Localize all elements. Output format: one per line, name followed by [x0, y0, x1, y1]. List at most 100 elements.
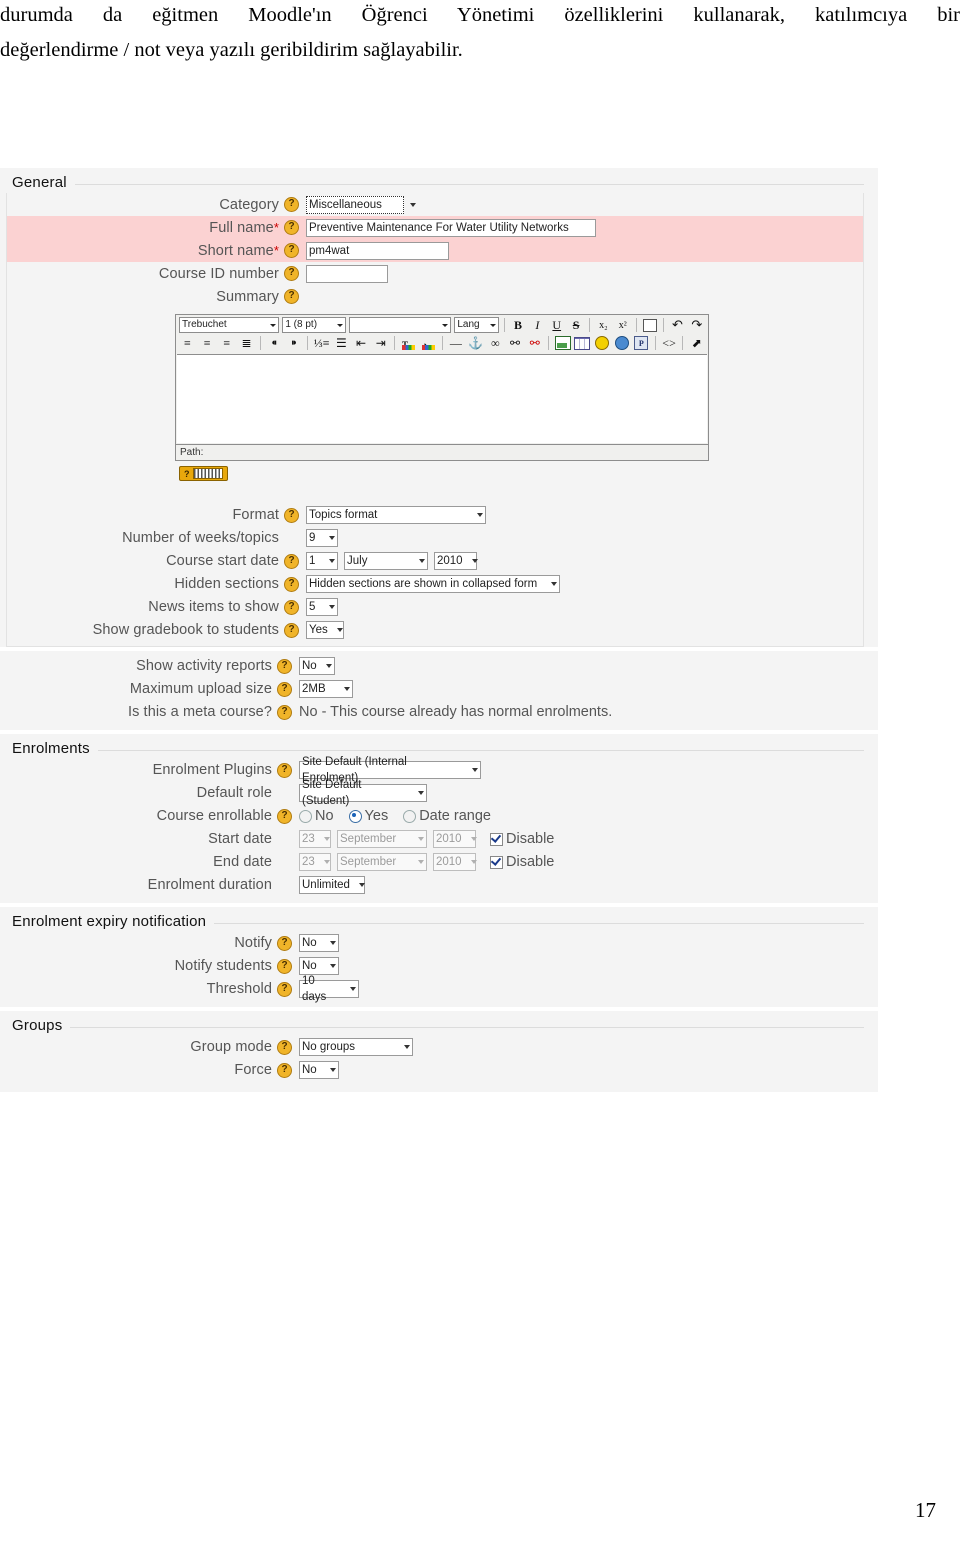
underline-icon[interactable]: U [549, 317, 565, 333]
subscript-icon[interactable]: x₂ [595, 317, 611, 333]
help-icon-category[interactable] [284, 197, 299, 212]
anchor-icon[interactable]: ⚓ [467, 335, 484, 351]
start-date-day-select[interactable]: 1 [306, 552, 338, 570]
help-icon-hidden-sections[interactable] [284, 576, 299, 592]
keyboard-help-button[interactable]: ? [179, 466, 228, 481]
bold-icon[interactable]: B [510, 317, 526, 333]
format-block-select[interactable] [349, 317, 452, 333]
fullscreen-icon[interactable]: ⬈ [688, 335, 705, 351]
enrol-end-year-select[interactable]: 2010 [433, 853, 477, 871]
backcolor-icon[interactable]: ◔ [420, 335, 437, 351]
label-gradebook: Show gradebook to students [92, 622, 279, 638]
enrol-end-disable-checkbox[interactable]: Disable [490, 854, 554, 870]
insert-image-icon[interactable] [554, 335, 571, 351]
paragraph-line-1: durumda da eğitmen Moodle'ın Öğrenci Yön… [0, 4, 960, 26]
threshold-select[interactable]: 10 days [299, 975, 359, 1003]
help-icon-course-id[interactable] [284, 266, 299, 281]
forecolor-icon[interactable]: T [400, 335, 417, 351]
enrol-start-disable-checkbox[interactable]: Disable [490, 831, 554, 847]
enrol-end-month-select[interactable]: September [337, 853, 427, 871]
label-threshold: Threshold [206, 981, 272, 997]
enrol-start-day-select[interactable]: 23 [299, 830, 331, 848]
radio-enrollable-no[interactable]: No [299, 808, 334, 824]
radio-enrollable-date-range[interactable]: Date range [403, 808, 491, 824]
language-select[interactable]: Lang [454, 317, 499, 333]
enrol-end-day-select[interactable]: 23 [299, 853, 331, 871]
insert-table-icon[interactable] [574, 335, 591, 351]
full-name-input[interactable]: Preventive Maintenance For Water Utility… [306, 218, 596, 237]
help-icon-summary[interactable] [284, 289, 299, 304]
category-select[interactable]: Miscellaneous [306, 195, 404, 214]
align-justify-icon[interactable]: ≣ [238, 335, 255, 351]
horizontal-rule-icon[interactable]: — [448, 335, 465, 351]
unordered-list-icon[interactable]: ☰ [333, 335, 350, 351]
help-icon-full-name[interactable] [284, 220, 299, 235]
force-select[interactable]: No [299, 1061, 339, 1079]
unlink-icon[interactable]: ⚯ [507, 335, 524, 351]
help-icon-enrolment-plugins[interactable] [277, 762, 292, 778]
weeks-topics-select[interactable]: 9 [306, 529, 338, 547]
group-mode-select[interactable]: No groups [299, 1038, 413, 1056]
chevron-down-icon-category[interactable] [410, 202, 416, 207]
help-icon-activity-reports[interactable] [277, 658, 292, 674]
enrolment-duration-select[interactable]: Unlimited [299, 876, 365, 894]
ltr-icon[interactable]: ⁌ [266, 335, 283, 351]
redo-icon[interactable]: ↷ [689, 317, 705, 333]
italic-icon[interactable]: I [529, 317, 545, 333]
special-char-icon[interactable] [613, 335, 630, 351]
help-icon-meta-course[interactable] [277, 704, 292, 720]
insert-link-icon[interactable]: ∞ [487, 335, 504, 351]
help-icon-force[interactable] [277, 1062, 292, 1078]
toolbar-divider [635, 318, 637, 332]
activity-reports-select[interactable]: No [299, 657, 335, 675]
course-id-input[interactable] [306, 264, 388, 283]
label-news-items: News items to show [148, 599, 279, 615]
required-marker-full-name: * [273, 219, 279, 235]
font-size-select[interactable]: 1 (8 pt) [282, 317, 347, 333]
toolbar-divider [682, 336, 684, 350]
help-icon-news-items[interactable] [284, 599, 299, 615]
align-center-icon[interactable]: ≡ [199, 335, 216, 351]
upload-size-select[interactable]: 2MB [299, 680, 353, 698]
row-weeks-topics: Number of weeks/topics 9 [7, 527, 863, 550]
enrol-start-month-select[interactable]: September [337, 830, 427, 848]
default-role-select[interactable]: Site Default (Student) [299, 779, 427, 807]
gradebook-select[interactable]: Yes [306, 621, 344, 639]
superscript-icon[interactable]: x² [615, 317, 631, 333]
outdent-icon[interactable]: ⇤ [353, 335, 370, 351]
start-date-year-select[interactable]: 2010 [434, 552, 478, 570]
help-icon-course-enrollable[interactable] [277, 808, 292, 824]
help-icon-notify[interactable] [277, 935, 292, 951]
hidden-sections-select[interactable]: Hidden sections are shown in collapsed f… [306, 575, 560, 593]
html-source-icon[interactable]: <> [661, 335, 678, 351]
enrol-start-year-select[interactable]: 2010 [433, 830, 477, 848]
help-icon-gradebook[interactable] [284, 622, 299, 638]
news-items-select[interactable]: 5 [306, 598, 338, 616]
help-icon-upload-size[interactable] [277, 681, 292, 697]
help-icon-group-mode[interactable] [277, 1039, 292, 1055]
help-icon-format[interactable] [284, 507, 299, 523]
start-date-month-select[interactable]: July [344, 552, 428, 570]
summary-textarea[interactable] [177, 354, 707, 443]
help-icon-notify-students[interactable] [277, 958, 292, 974]
font-family-select[interactable]: Trebuchet [179, 317, 280, 333]
format-select[interactable]: Topics format [306, 506, 486, 524]
ordered-list-icon[interactable]: ⅓≡ [313, 335, 330, 351]
rtl-icon[interactable]: ⁍ [286, 335, 303, 351]
help-icon-short-name[interactable] [284, 243, 299, 258]
remove-link-icon[interactable]: ⚯ [526, 335, 543, 351]
short-name-input[interactable]: pm4wat [306, 241, 449, 260]
search-replace-icon[interactable]: P [633, 335, 650, 351]
align-left-icon[interactable]: ≡ [179, 335, 196, 351]
help-icon-course-start-date[interactable] [284, 553, 299, 569]
align-right-icon[interactable]: ≡ [218, 335, 235, 351]
spellcheck-icon[interactable] [642, 317, 658, 333]
undo-icon[interactable]: ↶ [669, 317, 685, 333]
strikethrough-icon[interactable]: S [568, 317, 584, 333]
help-icon-threshold[interactable] [277, 981, 292, 997]
indent-icon[interactable]: ⇥ [372, 335, 389, 351]
smiley-icon[interactable] [594, 335, 611, 351]
notify-select[interactable]: No [299, 934, 339, 952]
row-enrol-end-date: End date 23 September 2010 Disable [0, 851, 878, 874]
radio-enrollable-yes[interactable]: Yes [348, 808, 388, 824]
